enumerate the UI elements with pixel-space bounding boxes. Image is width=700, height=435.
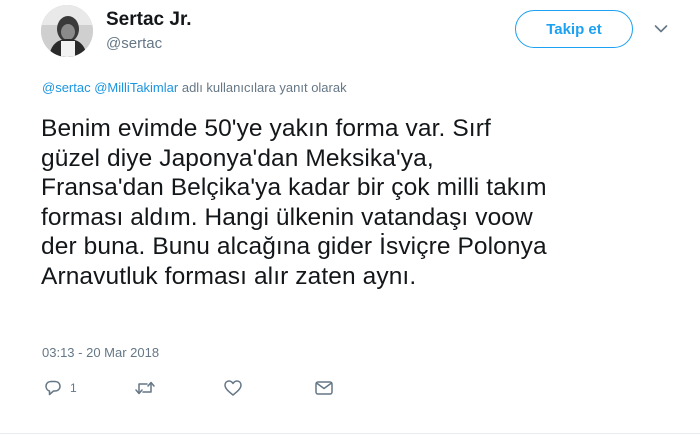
tweet-text-line: der buna. Bunu alcağına gider İsviçre Po… [41,233,547,260]
like-icon [224,380,242,396]
direct-message-button[interactable] [314,377,334,399]
follow-button[interactable]: Takip et [515,10,633,48]
tweet-text-line: Arnavutluk forması alır zaten aynı. [41,262,417,290]
retweet-icon [135,381,155,395]
reply-context-suffix: adlı kullanıcılara yanıt olarak [181,80,347,95]
reply-context: @sertac @MilliTakimlar adlı kullanıcılar… [42,80,347,95]
mention-link[interactable]: @MilliTakimlar [94,80,178,95]
direct-message-icon [315,381,333,395]
retweet-button[interactable] [134,377,156,399]
mention-link[interactable]: @sertac [42,80,91,95]
tweet-timestamp[interactable]: 03:13 - 20 Mar 2018 [42,345,159,360]
like-button[interactable] [223,377,243,399]
tweet-text-line: Benim evimde 50'ye yakın forma var. Sırf [41,115,491,142]
author-handle[interactable]: @sertac [106,35,162,52]
chevron-down-icon [654,25,668,33]
profile-photo-icon [41,5,93,57]
tweet-text: Benim evimde 50'ye yakın forma var. Sırf… [41,114,681,291]
reply-button[interactable]: 1 [44,377,77,399]
tweet-card: Sertac Jr. @sertac Takip et @sertac @Mil… [0,0,700,435]
tweet-text-line: güzel diye Japonya'dan Meksika'ya, [41,144,434,172]
reply-icon [45,380,61,396]
avatar[interactable] [41,5,93,57]
author-name[interactable]: Sertac Jr. [106,9,192,31]
divider [0,433,700,434]
tweet-text-line: forması aldım. Hangi ülkenin vatandaşı v… [41,203,533,231]
tweet-text-line: Fransa'dan Belçika'ya kadar bir çok mill… [41,174,547,201]
more-menu-button[interactable] [650,18,672,40]
reply-count: 1 [70,381,77,395]
